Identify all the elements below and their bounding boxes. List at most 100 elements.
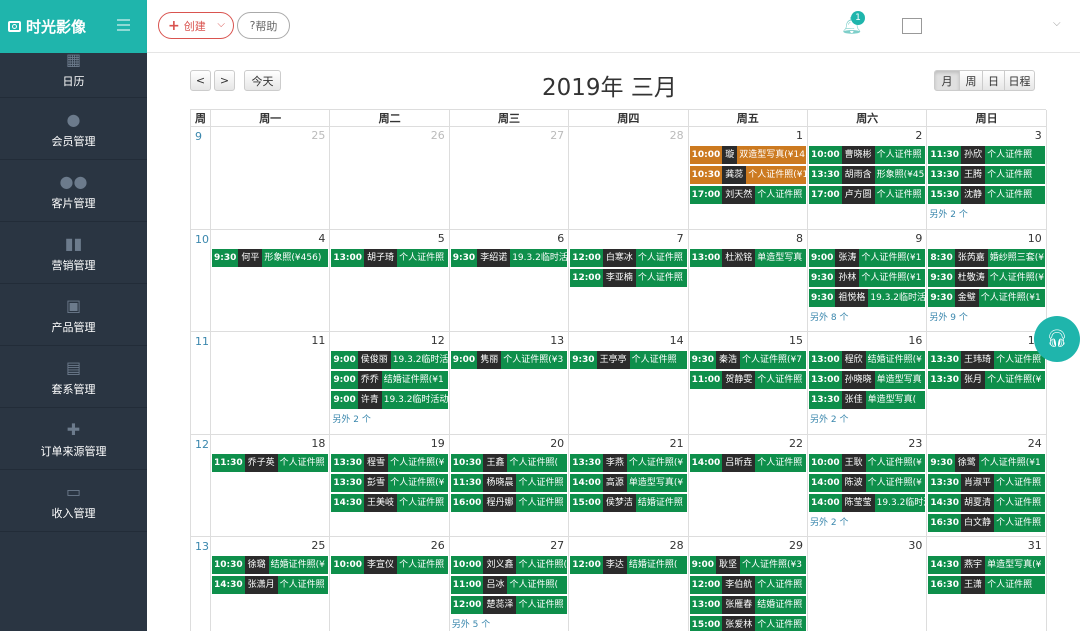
- calendar-event[interactable]: 9:30 孙林 个人证件照(¥1: [809, 268, 926, 287]
- calendar-event[interactable]: 9:30 徐鹭 个人证件照(¥1: [928, 453, 1045, 472]
- day-cell[interactable]: 12 9:00 侯俊丽 19.3.2临时活 9:00 乔乔 结婚证件照(¥1 9:00 许青 19…: [330, 332, 450, 435]
- day-cell[interactable]: 10 8:30 张芮嘉 婚纱照三套(¥ 9:30 杜敬涛 个人证件照(¥ 9:30 金璧 个人证件…: [927, 229, 1047, 333]
- calendar-event[interactable]: 13:00 程欣 结婚证件照(¥: [809, 351, 926, 370]
- day-cell[interactable]: 4 9:30 何平 形象照(¥456): [211, 229, 331, 333]
- day-cell[interactable]: 1713:30王玮琦个人证件照13:30张月个人证件照(¥: [927, 332, 1047, 435]
- calendar-event[interactable]: 16:00 程丹娜 个人证件照: [450, 493, 568, 512]
- calendar-event[interactable]: 10:30 龚蕊 个人证件照(¥1: [689, 166, 806, 184]
- day-number[interactable]: 7: [677, 232, 684, 245]
- view-button[interactable]: 日: [982, 70, 1005, 91]
- sidebar-item[interactable]: ▣ 产品管理: [0, 284, 147, 346]
- calendar-event[interactable]: 14:00陈莹莹19.3.2临时活: [809, 493, 926, 512]
- calendar-event[interactable]: 10:00 李宣仪 个人证件照: [331, 556, 448, 575]
- day-number[interactable]: 22: [789, 437, 803, 450]
- day-cell[interactable]: 25 10:30 徐璐 结婚证件照(¥ 14:30 张潇月 个人证件照: [211, 537, 331, 631]
- next-month-button[interactable]: >: [214, 70, 235, 91]
- calendar-event[interactable]: 12:00 李亚楠 个人证件照: [570, 268, 687, 287]
- day-number[interactable]: 29: [789, 539, 803, 552]
- sidebar-item[interactable]: ✚ 订单来源管理: [0, 408, 147, 470]
- day-cell[interactable]: 1 10:00 璇双造型写真(¥14 10:30 龚蕊 个人证件照(¥1 17:00 刘天然个…: [688, 127, 808, 230]
- calendar-event[interactable]: 14:30 燕宇 单造型写真(¥: [928, 556, 1045, 575]
- calendar-event[interactable]: 9:00 侯俊丽 19.3.2临时活: [331, 351, 448, 370]
- calendar-event[interactable]: 15:30 沈静 个人证件照: [928, 186, 1045, 204]
- calendar-event[interactable]: 9:00 许青 19.3.2临时活动: [331, 391, 448, 410]
- more-events-link[interactable]: 另外 5 个: [452, 617, 490, 630]
- calendar-event[interactable]: 13:30 彭雪 个人证件照(¥: [331, 473, 448, 492]
- day-number[interactable]: 16: [908, 334, 922, 347]
- day-cell[interactable]: 5 13:00 胡子琦 个人证件照: [330, 229, 450, 333]
- calendar-event[interactable]: 17:00 刘天然 个人证件照: [689, 186, 806, 204]
- day-number[interactable]: 6: [557, 232, 564, 245]
- calendar-event[interactable]: 10:00 王耿 个人证件照(¥: [809, 453, 926, 472]
- calendar-event[interactable]: 13:30 肖淑平 个人证件照: [928, 473, 1045, 492]
- calendar-event[interactable]: 11:00 吕冰 个人证件照(: [450, 576, 568, 595]
- calendar-event[interactable]: 14:00 高源 单造型写真(¥: [570, 473, 687, 492]
- calendar-event[interactable]: 10:00 刘义鑫 个人证件照(: [450, 556, 568, 575]
- day-cell[interactable]: 16 13:00 程欣 结婚证件照(¥ 13:00 孙晓晓 单造型写真 13:30 张佳 单造型写…: [808, 332, 928, 435]
- calendar-event[interactable]: 13:00 胡子琦 个人证件照: [331, 248, 448, 267]
- view-button[interactable]: 周: [959, 70, 983, 91]
- calendar-event[interactable]: 16:30 白文静 个人证件照: [928, 513, 1045, 532]
- view-button[interactable]: 日程: [1004, 70, 1035, 91]
- today-button[interactable]: 今天: [244, 70, 281, 91]
- more-events-link[interactable]: 另外 2 个: [929, 207, 967, 220]
- calendar-event[interactable]: 17:00 卢方圆 个人证件照: [809, 186, 926, 204]
- more-events-link[interactable]: 另外 2 个: [810, 515, 848, 528]
- day-cell[interactable]: 9 9:00 张涛 个人证件照(¥1 9:30 孙林 个人证件照(¥1 9:30 祖悦格 19.3…: [808, 229, 928, 333]
- calendar-event[interactable]: 16:30 王潇 个人证件照: [928, 576, 1045, 595]
- calendar-event[interactable]: 15:00 张爱林 个人证件照: [689, 616, 806, 631]
- day-cell[interactable]: 21 13:30 李燕 个人证件照(¥ 14:00 高源 单造型写真(¥ 15:00 侯梦洁 结婚…: [569, 434, 689, 538]
- calendar-event[interactable]: 9:30 王亭亭 个人证件照: [570, 351, 687, 370]
- calendar-event[interactable]: 9:00 张涛 个人证件照(¥1: [809, 248, 926, 267]
- sidebar-item[interactable]: ▭ 收入管理: [0, 470, 147, 532]
- day-cell[interactable]: 20 10:30 王鑫 个人证件照(11:30 杨晓晨 个人证件照 16:00 程丹娜 个人证件…: [449, 434, 570, 538]
- user-menu-chevron-icon[interactable]: ⌵: [1053, 18, 1061, 29]
- menu-toggle-icon[interactable]: [117, 19, 130, 31]
- day-number[interactable]: 28: [670, 129, 684, 142]
- day-number[interactable]: 21: [670, 437, 684, 450]
- day-cell[interactable]: 24 9:30 徐鹭 个人证件照(¥1 13:30 肖淑平 个人证件照 14:30 胡夏清 个人证…: [927, 434, 1047, 538]
- calendar-event[interactable]: 12:00 李达 结婚证件照(: [570, 556, 687, 575]
- sidebar-item[interactable]: ▮▮ 营销管理: [0, 222, 147, 284]
- day-cell[interactable]: 27 10:00 刘义鑫 个人证件照(11:00 吕冰 个人证件照(12:00 楚蕊泽 个人证…: [450, 537, 570, 631]
- calendar-event[interactable]: 11:30 孙欣 个人证件照: [928, 146, 1045, 164]
- day-number[interactable]: 25: [311, 539, 325, 552]
- calendar-event[interactable]: 9:30 金璧 个人证件照(¥1: [928, 288, 1045, 307]
- day-cell[interactable]: 19 13:30 程雪 个人证件照(¥ 13:30 彭雪 个人证件照(¥ 14:30 王美岐 个人…: [330, 434, 450, 538]
- day-cell[interactable]: 31 14:30 燕宇 单造型写真(¥ 16:30 王潇 个人证件照: [927, 537, 1047, 631]
- calendar-event[interactable]: 15:00 侯梦洁 结婚证件照: [570, 493, 687, 512]
- day-cell[interactable]: 29 9:00 耿坚 个人证件照(¥3 12:00 李伯航 个人证件照 13:00 张雁春 结婚证…: [689, 537, 808, 631]
- day-cell[interactable]: 11: [211, 332, 331, 435]
- day-cell[interactable]: 22 14:00 吕昕垚 个人证件照: [688, 434, 808, 538]
- calendar-event[interactable]: 13:30 李燕 个人证件照(¥: [570, 453, 687, 472]
- calendar-event[interactable]: 13:00 张雁春 结婚证件照: [689, 596, 806, 615]
- day-cell[interactable]: 18 11:30 乔子英 个人证件照: [211, 434, 331, 538]
- day-number[interactable]: 26: [431, 539, 445, 552]
- calendar-event[interactable]: 13:30 胡雨含 形象照(¥45: [809, 166, 926, 184]
- calendar-event[interactable]: 12:00 白寒冰 个人证件照: [570, 248, 687, 267]
- day-cell[interactable]: 26 10:00 李宣仪 个人证件照: [330, 537, 450, 631]
- day-cell[interactable]: 28: [569, 127, 689, 230]
- calendar-event[interactable]: 9:00 隽丽 个人证件照(¥3: [450, 351, 568, 370]
- day-number[interactable]: 11: [311, 334, 325, 347]
- calendar-event[interactable]: 13:30 张佳 单造型写真(: [809, 391, 926, 410]
- calendar-event[interactable]: 9:30 李绍诺 19.3.2临时活: [450, 248, 568, 267]
- help-button[interactable]: ? 帮助: [237, 12, 290, 39]
- day-number[interactable]: 23: [908, 437, 922, 450]
- create-button[interactable]: + 创建 ⌵: [158, 12, 234, 39]
- day-number[interactable]: 13: [550, 334, 564, 347]
- calendar-event[interactable]: 10:00 璇双造型写真(¥14: [689, 146, 806, 164]
- day-number[interactable]: 27: [550, 129, 564, 142]
- calendar-event[interactable]: 14:00 吕昕垚 个人证件照: [689, 453, 806, 472]
- day-number[interactable]: 2: [915, 129, 922, 142]
- day-number[interactable]: 10: [1028, 232, 1042, 245]
- day-number[interactable]: 1: [796, 129, 803, 142]
- day-number[interactable]: 28: [670, 539, 684, 552]
- more-events-link[interactable]: 另外 8 个: [810, 310, 848, 323]
- calendar-event[interactable]: 9:30 杜敬涛 个人证件照(¥: [928, 268, 1045, 287]
- more-events-link[interactable]: 另外 2 个: [810, 412, 848, 425]
- more-events-link[interactable]: 另外 2 个: [332, 412, 370, 425]
- calendar-event[interactable]: 13:30 张月 个人证件照(¥: [928, 371, 1045, 390]
- day-cell[interactable]: 25: [211, 127, 331, 230]
- day-number[interactable]: 30: [908, 539, 922, 552]
